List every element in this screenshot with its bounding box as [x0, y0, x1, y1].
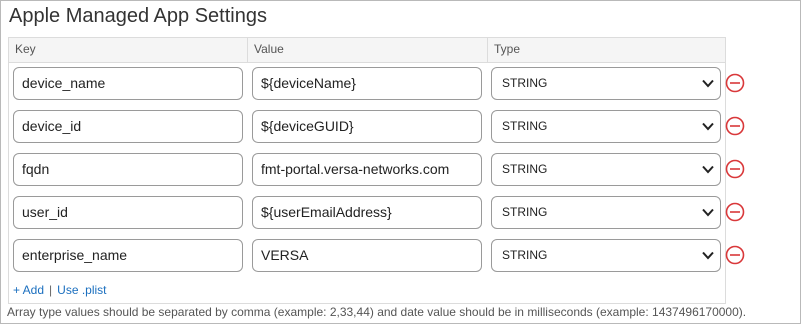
value-input[interactable]: VERSA	[252, 239, 482, 272]
table-row: device_id ${deviceGUID} STRING	[9, 110, 725, 153]
chevron-down-icon	[702, 251, 714, 260]
value-input[interactable]: fmt-portal.versa-networks.com	[252, 153, 482, 186]
type-select-value: STRING	[502, 162, 548, 176]
table-actions: + Add | Use .plist	[13, 283, 107, 297]
type-select[interactable]: STRING	[491, 239, 721, 272]
chevron-down-icon	[702, 79, 714, 88]
value-input[interactable]: ${deviceName}	[252, 67, 482, 100]
help-note: Array type values should be separated by…	[7, 305, 747, 319]
settings-table: Key Value Type device_name ${deviceName}…	[8, 37, 726, 304]
chevron-down-icon	[702, 208, 714, 217]
column-header-value: Value	[248, 38, 488, 62]
settings-panel: Apple Managed App Settings Key Value Typ…	[0, 0, 801, 324]
type-select[interactable]: STRING	[491, 196, 721, 229]
type-select[interactable]: STRING	[491, 153, 721, 186]
actions-separator: |	[49, 283, 53, 297]
chevron-down-icon	[702, 122, 714, 131]
remove-circle-icon[interactable]	[725, 116, 745, 136]
table-row: enterprise_name VERSA STRING	[9, 239, 725, 282]
type-select-value: STRING	[502, 205, 548, 219]
type-select-value: STRING	[502, 76, 548, 90]
remove-circle-icon[interactable]	[725, 73, 745, 93]
column-header-type: Type	[494, 42, 521, 56]
type-select-value: STRING	[502, 119, 548, 133]
table-row: fqdn fmt-portal.versa-networks.com STRIN…	[9, 153, 725, 196]
remove-circle-icon[interactable]	[725, 159, 745, 179]
table-row: device_name ${deviceName} STRING	[9, 67, 725, 110]
remove-circle-icon[interactable]	[725, 245, 745, 265]
remove-circle-icon[interactable]	[725, 202, 745, 222]
column-header-key: Key	[9, 38, 248, 62]
type-select-value: STRING	[502, 248, 548, 262]
key-input[interactable]: fqdn	[13, 153, 243, 186]
key-input[interactable]: enterprise_name	[13, 239, 243, 272]
value-input[interactable]: ${deviceGUID}	[252, 110, 482, 143]
type-select[interactable]: STRING	[491, 67, 721, 100]
key-input[interactable]: device_name	[13, 67, 243, 100]
key-input[interactable]: device_id	[13, 110, 243, 143]
type-select[interactable]: STRING	[491, 110, 721, 143]
panel-title: Apple Managed App Settings	[9, 5, 267, 27]
table-row: user_id ${userEmailAddress} STRING	[9, 196, 725, 239]
key-input[interactable]: user_id	[13, 196, 243, 229]
value-input[interactable]: ${userEmailAddress}	[252, 196, 482, 229]
use-plist-link[interactable]: Use .plist	[57, 283, 106, 297]
chevron-down-icon	[702, 165, 714, 174]
add-row-link[interactable]: + Add	[13, 283, 44, 297]
table-header: Key Value Type	[9, 38, 725, 63]
